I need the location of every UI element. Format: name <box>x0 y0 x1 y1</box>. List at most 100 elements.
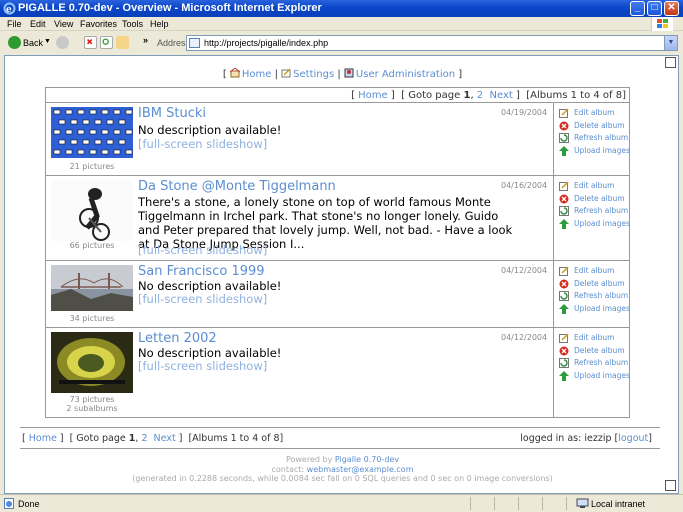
home-page-icon <box>229 68 241 78</box>
delete-album-link[interactable]: Delete album <box>559 193 630 206</box>
album-actions: Edit album Delete album Refresh album Up… <box>559 107 630 157</box>
album-title-link[interactable]: Da Stone @Monte Tiggelmann <box>138 179 336 194</box>
delete-icon <box>559 121 569 130</box>
album-actions: Edit album Delete album Refresh album Up… <box>559 265 630 315</box>
divider <box>542 497 543 510</box>
top-navigation: [ Home | Settings | User Administration … <box>222 68 463 80</box>
delete-album-link[interactable]: Delete album <box>559 278 630 291</box>
menu-view[interactable]: View <box>54 19 73 29</box>
menu-tools[interactable]: Tools <box>122 19 143 29</box>
refresh-album-link[interactable]: Refresh album <box>559 205 630 218</box>
nav-user-admin-link[interactable]: User Administration <box>356 69 455 80</box>
edit-icon <box>559 266 569 276</box>
pager-next-link[interactable]: Next <box>154 433 176 444</box>
scrollbar-top[interactable] <box>665 57 676 68</box>
scrollbar-bottom[interactable] <box>665 480 676 491</box>
toolbar: Back ▼ » Address http://projects/pigalle… <box>0 32 683 54</box>
close-button[interactable]: ✕ <box>664 1 679 16</box>
album-row: 21 pictures IBM Stucki 04/19/2004 No des… <box>46 103 630 175</box>
delete-album-link[interactable]: Delete album <box>559 120 630 133</box>
delete-icon <box>559 346 569 355</box>
menu-bar: File Edit View Favorites Tools Help <box>0 17 683 31</box>
album-row: 34 pictures San Francisco 1999 04/12/200… <box>46 261 630 327</box>
pager-page-2-link[interactable]: 2 <box>141 433 147 444</box>
menu-edit[interactable]: Edit <box>30 19 46 29</box>
upload-images-link[interactable]: Upload images <box>559 218 630 231</box>
refresh-album-link[interactable]: Refresh album <box>559 132 630 145</box>
pigalle-link[interactable]: Pigalle 0.70-dev <box>335 455 399 464</box>
menu-help[interactable]: Help <box>150 19 169 29</box>
divider <box>470 497 471 510</box>
album-row: 66 pictures Da Stone @Monte Tiggelmann 0… <box>46 176 630 260</box>
pager-page-2-link[interactable]: 2 <box>477 90 483 101</box>
album-thumbnail[interactable] <box>51 180 133 241</box>
toolbar-chevron-icon[interactable]: » <box>143 35 148 45</box>
back-button[interactable]: Back <box>23 38 43 48</box>
album-date: 04/19/2004 <box>501 108 548 117</box>
pager-next-link[interactable]: Next <box>490 90 513 101</box>
album-thumbnail[interactable] <box>51 107 133 158</box>
album-actions: Edit album Delete album Refresh album Up… <box>559 180 630 230</box>
pager-albums-range: Albums 1 to 4 of 8 <box>530 90 623 101</box>
edit-album-link[interactable]: Edit album <box>559 332 630 345</box>
divider <box>494 497 495 510</box>
address-dropdown-icon[interactable]: ▼ <box>664 36 677 50</box>
pager-home-link[interactable]: Home <box>358 90 388 101</box>
home-icon[interactable] <box>116 36 129 49</box>
forward-arrow-icon[interactable] <box>56 36 69 49</box>
slideshow-link[interactable]: [full-screen slideshow] <box>138 359 267 373</box>
album-title-link[interactable]: San Francisco 1999 <box>138 264 265 279</box>
back-dropdown-icon[interactable]: ▼ <box>44 38 51 45</box>
refresh-icon <box>559 358 569 368</box>
edit-album-link[interactable]: Edit album <box>559 265 630 278</box>
divider <box>20 448 660 449</box>
album-row: 73 pictures 2 subalbums Letten 2002 04/1… <box>46 328 630 417</box>
picture-count: 34 pictures <box>69 314 115 323</box>
album-thumbnail[interactable] <box>51 332 133 393</box>
slideshow-link[interactable]: [full-screen slideshow] <box>138 243 267 257</box>
refresh-album-link[interactable]: Refresh album <box>559 357 630 370</box>
address-input[interactable]: http://projects/pigalle/index.php <box>204 38 328 48</box>
picture-count: 66 pictures <box>69 241 115 250</box>
maximize-button[interactable]: □ <box>647 1 662 16</box>
edit-album-link[interactable]: Edit album <box>559 180 630 193</box>
minimize-button[interactable]: _ <box>630 1 645 16</box>
upload-images-link[interactable]: Upload images <box>559 370 630 383</box>
album-description: No description available! <box>138 346 282 360</box>
contact-label: contact: <box>271 464 307 474</box>
edit-album-link[interactable]: Edit album <box>559 107 630 120</box>
edit-icon <box>559 181 569 191</box>
logout-link[interactable]: logout <box>618 433 648 444</box>
pager-bottom: [ Home ] [ Goto page 1, 2 Next ] [Albums… <box>22 433 284 444</box>
album-thumbnail[interactable] <box>51 265 133 311</box>
nav-settings-link[interactable]: Settings <box>293 69 334 80</box>
back-arrow-icon[interactable] <box>8 36 21 49</box>
nav-home-link[interactable]: Home <box>242 69 272 80</box>
album-title-link[interactable]: Letten 2002 <box>138 331 217 346</box>
refresh-icon[interactable] <box>100 36 113 49</box>
slideshow-link[interactable]: [full-screen slideshow] <box>138 292 267 306</box>
menu-file[interactable]: File <box>7 19 22 29</box>
upload-icon <box>559 218 569 229</box>
refresh-icon <box>559 206 569 216</box>
upload-images-link[interactable]: Upload images <box>559 145 630 158</box>
pager-top: [ Home ] [ Goto page 1, 2 Next ] [Albums… <box>351 90 626 101</box>
refresh-album-link[interactable]: Refresh album <box>559 290 630 303</box>
menu-favorites[interactable]: Favorites <box>80 19 117 29</box>
security-zone: Local intranet <box>591 499 646 509</box>
stop-icon[interactable] <box>84 36 97 49</box>
user-admin-icon <box>344 68 354 78</box>
album-date: 04/16/2004 <box>501 181 548 190</box>
pager-albums-range: Albums 1 to 4 of 8 <box>192 433 280 444</box>
slideshow-link[interactable]: [full-screen slideshow] <box>138 137 267 151</box>
pager-home-link[interactable]: Home <box>29 433 57 444</box>
windows-logo-icon <box>651 17 673 31</box>
upload-images-link[interactable]: Upload images <box>559 303 630 316</box>
powered-by: Powered by Pigalle 0.70-dev contact: web… <box>5 455 678 484</box>
album-title-link[interactable]: IBM Stucki <box>138 106 206 121</box>
album-list: [ Home ] [ Goto page 1, 2 Next ] [Albums… <box>45 87 630 418</box>
address-bar[interactable]: http://projects/pigalle/index.php ▼ <box>186 35 678 51</box>
contact-email-link[interactable]: webmaster@example.com <box>307 465 414 474</box>
status-bar: Done Local intranet <box>0 494 683 512</box>
delete-album-link[interactable]: Delete album <box>559 345 630 358</box>
